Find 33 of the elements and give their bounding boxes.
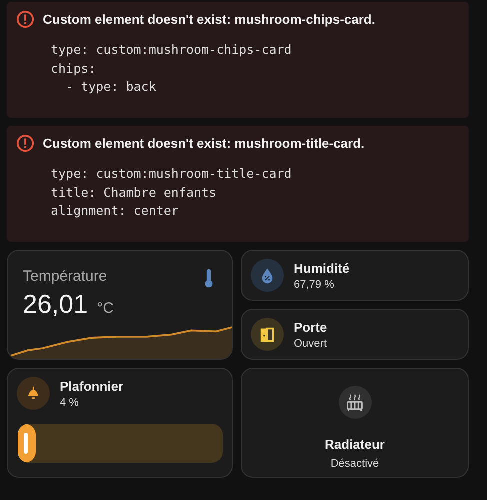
config-line: type: custom:mushroom-title-card — [51, 165, 293, 183]
light-card[interactable]: Plafonnier 4 % — [7, 368, 233, 478]
brightness-slider[interactable] — [18, 424, 223, 463]
door-icon — [260, 326, 276, 342]
error-message: Custom element doesn't exist: mushroom-title-card. — [43, 136, 365, 151]
radiator-state: Désactivé — [330, 458, 380, 470]
sensor-value: 26,01 — [23, 289, 88, 320]
config-line: - type: back — [65, 78, 158, 96]
config-line: chips: — [51, 60, 98, 78]
config-line: type: custom:mushroom-chips-card — [51, 41, 293, 59]
thermometer-icon — [204, 268, 214, 289]
slider-thumb[interactable] — [18, 424, 36, 463]
entity-card[interactable]: Porte Ouvert — [241, 309, 469, 360]
entity-state: Ouvert — [294, 338, 328, 350]
error-icon — [16, 134, 35, 153]
entity-name: Humidité — [294, 260, 350, 276]
entity-card[interactable]: Humidité 67,79 % — [241, 250, 469, 301]
error-message: Custom element doesn't exist: mushroom-chips-card. — [43, 12, 376, 27]
error-icon — [16, 10, 35, 29]
light-state: 4 % — [60, 396, 80, 408]
radiator-card[interactable]: Radiateur Désactivé — [241, 368, 469, 478]
sensor-card[interactable]: Température 26,01 °C — [7, 250, 233, 360]
entity-state: 67,79 % — [294, 278, 336, 290]
config-line: title: Chambre enfants — [51, 184, 218, 202]
radiator-name: Radiateur — [325, 437, 385, 452]
entity-name: Porte — [294, 320, 328, 334]
light-name: Plafonnier — [60, 378, 124, 394]
radiator-icon — [346, 394, 364, 412]
config-line: alignment: center — [51, 202, 180, 220]
sensor-unit: °C — [97, 300, 114, 317]
ceiling-light-icon — [26, 386, 41, 401]
water-drop-icon — [261, 268, 274, 284]
sensor-name: Température — [23, 268, 108, 285]
